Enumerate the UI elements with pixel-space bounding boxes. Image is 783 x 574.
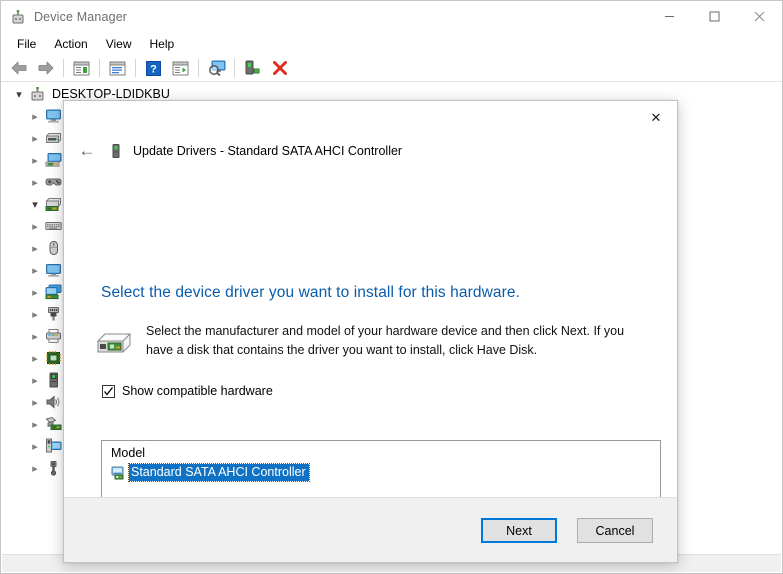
monitor-icon (45, 108, 62, 124)
uninstall-device-icon[interactable] (267, 56, 292, 80)
processor-icon (45, 350, 62, 366)
window-controls (647, 1, 782, 32)
chevron-right-icon[interactable]: ▸ (28, 351, 42, 365)
device-icon (108, 143, 124, 159)
menu-action[interactable]: Action (45, 34, 96, 54)
back-arrow-icon[interactable]: ← (74, 138, 100, 164)
chevron-down-icon[interactable]: ▾ (12, 87, 26, 101)
menu-file[interactable]: File (8, 34, 45, 54)
network-adapter-icon (45, 284, 62, 300)
update-driver-icon[interactable] (168, 56, 193, 80)
driver-signed-text: This driver is digitally signed. (128, 562, 288, 563)
show-compatible-hardware-checkbox[interactable]: Show compatible hardware (102, 384, 677, 398)
system-device-icon (45, 416, 62, 432)
chevron-right-icon[interactable]: ▸ (28, 153, 42, 167)
usb-controller-icon (45, 460, 62, 476)
chevron-right-icon[interactable]: ▸ (28, 175, 42, 189)
toolbar-separator (63, 59, 64, 77)
port-icon (45, 306, 62, 322)
dialog-footer: Next Cancel (64, 497, 677, 562)
dialog-close-button[interactable]: ✕ (638, 104, 674, 132)
chevron-right-icon[interactable]: ▸ (28, 285, 42, 299)
toolbar-separator (135, 59, 136, 77)
storage-device-icon (45, 372, 62, 388)
chevron-right-icon[interactable]: ▸ (28, 131, 42, 145)
computer-icon (29, 86, 46, 102)
show-hide-console-tree-icon[interactable] (69, 56, 94, 80)
device-manager-icon (10, 9, 26, 25)
scan-for-hardware-changes-icon[interactable] (204, 56, 229, 80)
mouse-icon (45, 240, 62, 256)
chevron-right-icon[interactable]: ▸ (28, 395, 42, 409)
help-icon[interactable]: ? (141, 56, 166, 80)
menu-view[interactable]: View (97, 34, 141, 54)
sound-device-icon (45, 394, 62, 410)
menubar: File Action View Help (1, 32, 782, 55)
description-row: Select the manufacturer and model of you… (64, 313, 677, 360)
monitor-icon (45, 262, 62, 278)
menu-help[interactable]: Help (141, 34, 184, 54)
chevron-right-icon[interactable]: ▸ (28, 263, 42, 277)
tree-root-label: DESKTOP-LDIDKBU (52, 87, 170, 101)
display-adapter-icon (45, 438, 62, 454)
checkbox-label: Show compatible hardware (122, 384, 273, 398)
checkbox-box[interactable] (102, 384, 115, 398)
chevron-right-icon[interactable]: ▸ (28, 439, 42, 453)
list-item[interactable]: Standard SATA AHCI Controller (111, 462, 660, 482)
enable-device-icon[interactable] (240, 56, 265, 80)
device-manager-window: Device Manager File Action View Help ? ▾… (0, 0, 783, 574)
dialog-header-title: Update Drivers - Standard SATA AHCI Cont… (133, 144, 403, 158)
next-button[interactable]: Next (481, 518, 557, 543)
disk-drive-icon (45, 130, 62, 146)
game-controller-icon (45, 174, 62, 190)
properties-icon[interactable] (105, 56, 130, 80)
maximize-button[interactable] (692, 1, 737, 32)
chevron-right-icon[interactable]: ▸ (28, 461, 42, 475)
minimize-button[interactable] (647, 1, 692, 32)
chevron-right-icon[interactable]: ▸ (28, 219, 42, 233)
toolbar-separator (99, 59, 100, 77)
chevron-right-icon[interactable]: ▸ (28, 417, 42, 431)
back-icon[interactable] (6, 56, 31, 80)
toolbar-separator (198, 59, 199, 77)
update-drivers-dialog: ✕ ← Update Drivers - Standard SATA AHCI … (63, 100, 678, 563)
toolbar-separator (234, 59, 235, 77)
listbox-column-header: Model (111, 446, 146, 460)
chevron-right-icon[interactable]: ▸ (28, 109, 42, 123)
display-adapter-icon (45, 152, 62, 168)
chevron-right-icon[interactable]: ▸ (28, 241, 42, 255)
cancel-button[interactable]: Cancel (577, 518, 653, 543)
close-button[interactable] (737, 1, 782, 32)
dialog-body: Select the manufacturer and model of you… (64, 313, 677, 562)
printer-icon (45, 328, 62, 344)
chevron-right-icon[interactable]: ▸ (28, 373, 42, 387)
chevron-down-icon[interactable]: ▾ (28, 197, 42, 211)
toolbar: ? (1, 55, 782, 82)
driver-icon (111, 465, 127, 480)
ide-controller-icon (45, 196, 62, 212)
chevron-right-icon[interactable]: ▸ (28, 307, 42, 321)
chevron-right-icon[interactable]: ▸ (28, 329, 42, 343)
forward-icon[interactable] (33, 56, 58, 80)
hardware-card-icon (96, 328, 132, 360)
list-item-label: Standard SATA AHCI Controller (128, 462, 310, 482)
keyboard-icon (45, 218, 62, 234)
dialog-heading: Select the device driver you want to ins… (101, 284, 520, 301)
dialog-header: ← Update Drivers - Standard SATA AHCI Co… (64, 137, 677, 165)
svg-text:?: ? (150, 63, 157, 75)
window-title: Device Manager (34, 9, 128, 24)
window-titlebar: Device Manager (1, 1, 782, 32)
description-text: Select the manufacturer and model of you… (146, 324, 625, 357)
